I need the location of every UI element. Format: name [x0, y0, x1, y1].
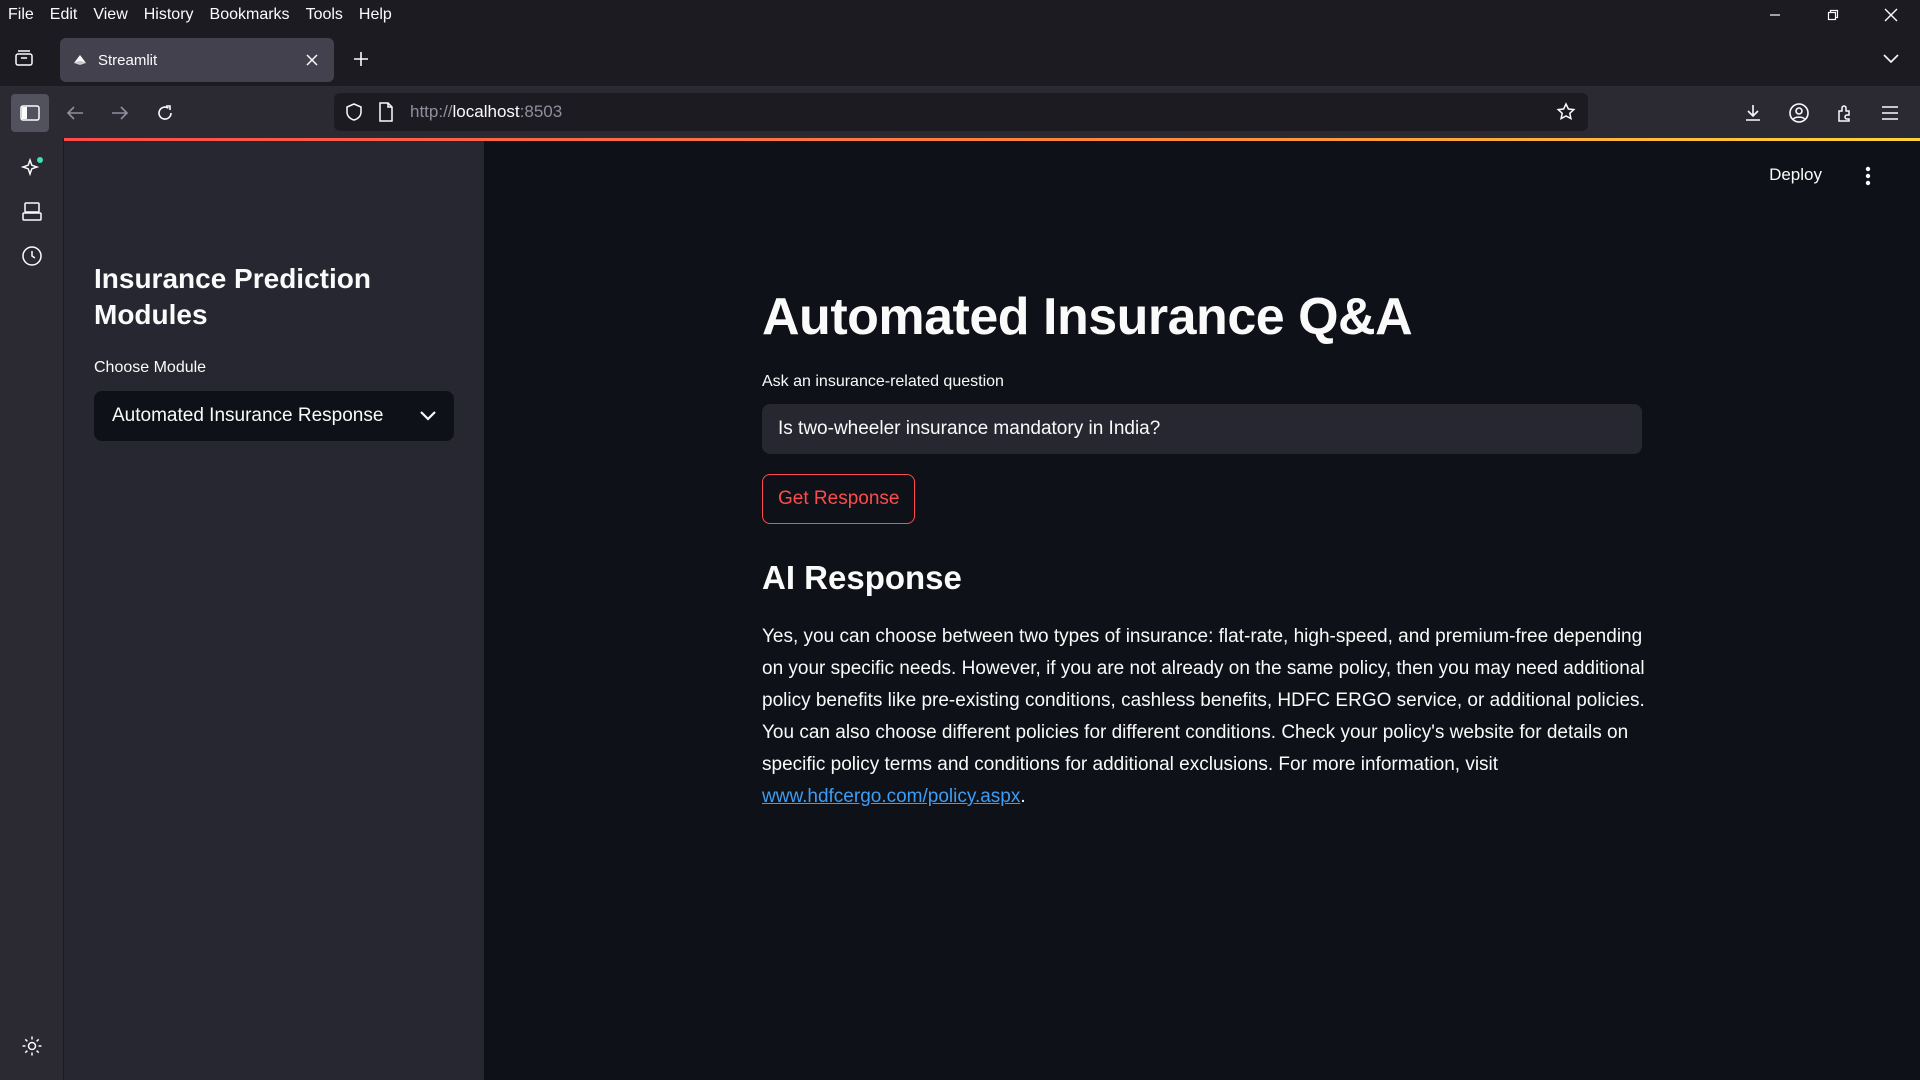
ai-chatbot-button[interactable]: [14, 150, 50, 186]
response-text: Yes, you can choose between two types of…: [762, 621, 1652, 813]
plus-icon: [354, 52, 368, 66]
module-select-value: Automated Insurance Response: [112, 405, 384, 426]
history-icon: [22, 246, 42, 266]
question-label: Ask an insurance-related question: [762, 373, 1004, 390]
synced-tabs-button[interactable]: [14, 194, 50, 230]
sidebar-title: Insurance Prediction Modules: [94, 263, 371, 330]
minimize-icon: [1770, 14, 1780, 16]
history-button[interactable]: [14, 238, 50, 274]
sidebar-toggle-icon: [20, 105, 40, 121]
tab-list-icon: [15, 50, 33, 66]
forward-icon: [112, 106, 129, 120]
chevron-down-icon: [420, 411, 436, 421]
page-title: Automated Insurance Q&A: [762, 288, 1413, 346]
response-body: Yes, you can choose between two types of…: [762, 626, 1645, 775]
menu-file[interactable]: File: [0, 6, 42, 24]
page-icon[interactable]: [378, 102, 394, 122]
main-content: Deploy Automated Insurance Q&A Ask an in…: [484, 141, 1920, 1080]
new-tab-button[interactable]: [346, 44, 376, 74]
menu-bar: File Edit View History Bookmarks Tools H…: [0, 0, 1920, 30]
back-icon: [66, 106, 83, 120]
tab-streamlit[interactable]: Streamlit: [60, 38, 334, 82]
star-icon[interactable]: [1556, 102, 1576, 122]
menu-edit[interactable]: Edit: [42, 6, 86, 24]
menu-view[interactable]: View: [85, 6, 135, 24]
menu-tools[interactable]: Tools: [298, 6, 351, 24]
menu-history[interactable]: History: [136, 6, 202, 24]
back-button[interactable]: [56, 94, 94, 132]
get-response-button[interactable]: Get Response: [762, 474, 916, 524]
restore-button[interactable]: [1804, 0, 1862, 30]
chevron-down-icon: [1883, 54, 1899, 64]
close-window-button[interactable]: [1862, 0, 1920, 30]
list-all-tabs-button[interactable]: [1876, 44, 1906, 74]
response-link[interactable]: www.hdfcergo.com/policy.aspx: [762, 786, 1020, 807]
response-tail: .: [1020, 786, 1026, 807]
account-icon: [1789, 103, 1809, 123]
streamlit-favicon: [74, 55, 86, 65]
url-scheme: http://: [410, 102, 453, 121]
sidebar-toggle-button[interactable]: [11, 94, 49, 132]
window-controls: [1746, 0, 1920, 30]
kebab-icon: [1865, 166, 1871, 186]
sidebar-settings-button[interactable]: [14, 1028, 50, 1064]
extensions-button[interactable]: [1826, 94, 1864, 132]
question-input[interactable]: [762, 404, 1642, 454]
tab-title: Streamlit: [98, 51, 158, 69]
forward-button[interactable]: [101, 94, 139, 132]
minimize-button[interactable]: [1746, 0, 1804, 30]
ai-sparkle-icon: [20, 157, 43, 177]
downloads-button[interactable]: [1734, 94, 1772, 132]
close-icon: [1884, 8, 1898, 22]
tab-bar: Streamlit: [0, 30, 1920, 86]
extensions-icon: [1838, 105, 1850, 122]
restore-icon: [1827, 9, 1839, 21]
url-text: http://localhost:8503: [410, 102, 562, 122]
nav-bar: http://localhost:8503: [0, 86, 1920, 138]
account-button[interactable]: [1780, 94, 1818, 132]
tab-close-button[interactable]: [302, 50, 322, 70]
settings-icon: [22, 1036, 42, 1056]
menu-bookmarks[interactable]: Bookmarks: [202, 6, 298, 24]
menu-help[interactable]: Help: [351, 6, 400, 24]
url-port: :8503: [519, 102, 563, 121]
shield-icon[interactable]: [344, 102, 364, 122]
deploy-button[interactable]: Deploy: [1769, 165, 1822, 185]
app-sidebar: Insurance Prediction Modules Choose Modu…: [64, 141, 484, 1080]
url-bar[interactable]: http://localhost:8503: [334, 93, 1588, 131]
browser-sidebar: [0, 138, 64, 1080]
reload-icon: [158, 105, 172, 120]
synced-tabs-icon: [22, 202, 42, 221]
reload-button[interactable]: [146, 94, 184, 132]
module-select-label: Choose Module: [94, 359, 207, 376]
app-menu-button[interactable]: [1871, 94, 1909, 132]
response-heading: AI Response: [762, 559, 962, 596]
download-icon: [1746, 105, 1760, 121]
module-select[interactable]: Automated Insurance Response: [94, 391, 454, 441]
hamburger-icon: [1882, 106, 1898, 120]
tab-list-button[interactable]: [8, 42, 40, 74]
url-host: localhost: [452, 102, 520, 121]
main-menu-button[interactable]: [1856, 161, 1880, 191]
close-icon: [306, 54, 318, 66]
